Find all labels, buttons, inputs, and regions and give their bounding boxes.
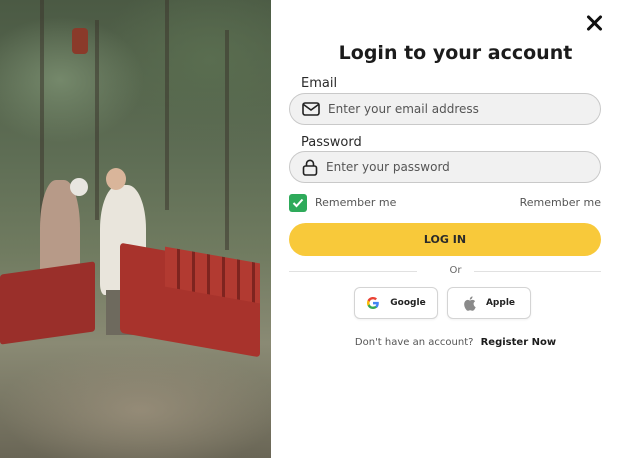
email-label: Email [301, 76, 338, 91]
google-icon [366, 296, 380, 310]
email-input[interactable] [328, 102, 578, 116]
page-title: Login to your account [338, 42, 573, 64]
password-field[interactable] [289, 151, 601, 183]
apple-button[interactable]: Apple [447, 287, 531, 319]
register-row: Don't have an account? Register Now [271, 337, 640, 348]
register-link[interactable]: Register Now [481, 337, 556, 348]
login-button[interactable]: LOG IN [289, 223, 601, 256]
google-label: Google [390, 298, 426, 308]
divider-right [474, 271, 601, 272]
remember-right-link[interactable]: Remember me [520, 196, 601, 209]
remember-row: Remember me Remember me [289, 194, 601, 212]
close-icon[interactable] [583, 12, 605, 34]
remember-checkbox[interactable] [289, 194, 307, 212]
google-button[interactable]: Google [354, 287, 438, 319]
mail-icon [302, 102, 320, 116]
password-input[interactable] [326, 160, 576, 174]
register-prompt: Don't have an account? [354, 337, 474, 348]
apple-label: Apple [485, 298, 516, 308]
remember-label[interactable]: Remember me [315, 196, 396, 209]
lock-icon [302, 159, 318, 176]
password-label: Password [301, 135, 362, 150]
apple-icon [463, 295, 476, 311]
check-icon [292, 198, 304, 208]
elderly-couple-photo [0, 0, 271, 458]
login-panel: Login to your account Email Password Rem… [271, 0, 640, 458]
email-field[interactable] [289, 93, 601, 125]
